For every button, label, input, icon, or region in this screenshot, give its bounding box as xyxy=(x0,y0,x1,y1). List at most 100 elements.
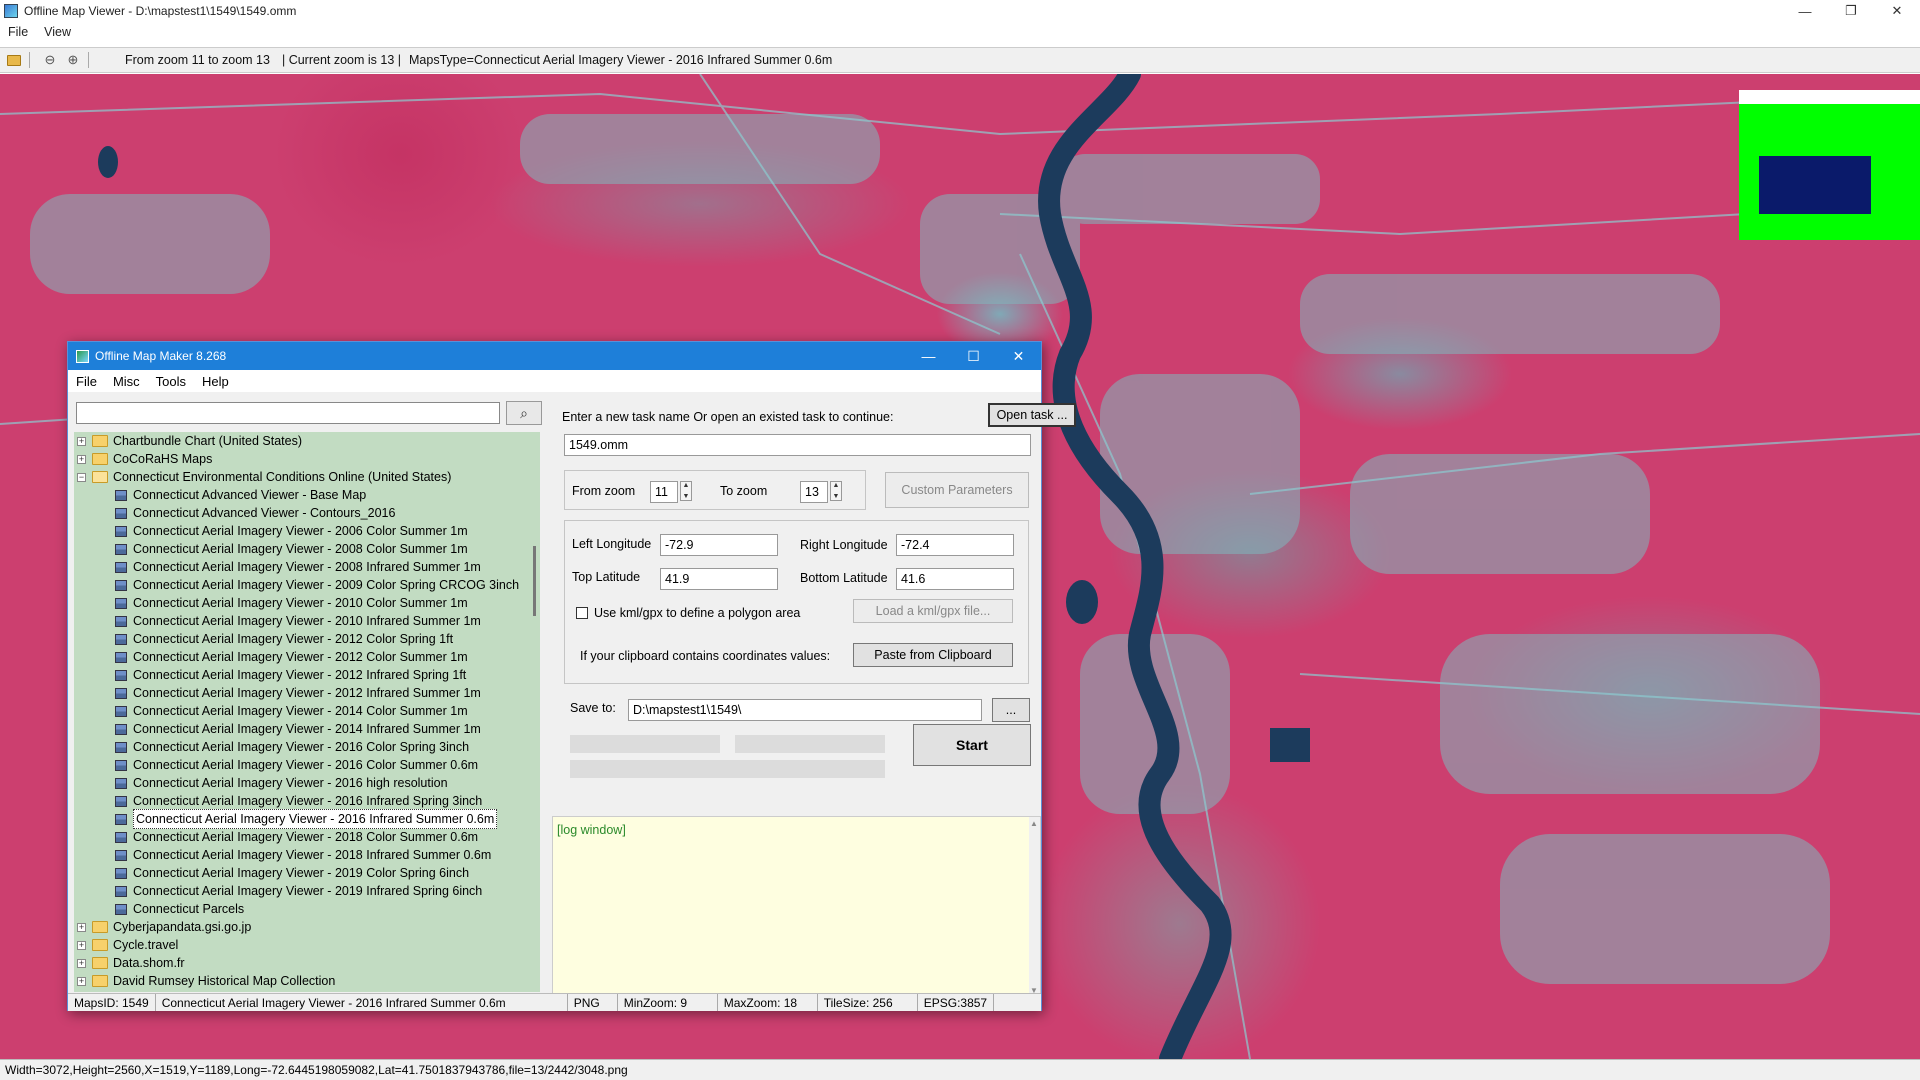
tree-item-label: Connecticut Aerial Imagery Viewer - 2012… xyxy=(133,632,454,646)
overview-viewport[interactable] xyxy=(1759,156,1871,214)
tree-item[interactable]: Connecticut Aerial Imagery Viewer - 2012… xyxy=(74,666,540,684)
tree-item[interactable]: Connecticut Aerial Imagery Viewer - 2006… xyxy=(74,522,540,540)
tree-item[interactable]: Connecticut Aerial Imagery Viewer - 2008… xyxy=(74,558,540,576)
tree-item[interactable]: Connecticut Aerial Imagery Viewer - 2010… xyxy=(74,612,540,630)
expand-icon[interactable]: + xyxy=(77,940,86,950)
tree-item[interactable]: Connecticut Aerial Imagery Viewer - 2009… xyxy=(74,576,540,594)
tree-item[interactable]: Connecticut Aerial Imagery Viewer - 2018… xyxy=(74,846,540,864)
zoom-range-text: From zoom 11 to zoom 13 xyxy=(125,53,270,67)
tree-scrollbar[interactable] xyxy=(530,432,540,992)
dialog-menu-misc[interactable]: Misc xyxy=(105,374,148,389)
custom-parameters-button[interactable]: Custom Parameters xyxy=(885,472,1029,508)
log-window[interactable]: [log window] ▲ ▼ xyxy=(552,816,1041,998)
map-layer-icon xyxy=(115,507,127,519)
tree-item[interactable]: Connecticut Aerial Imagery Viewer - 2019… xyxy=(74,882,540,900)
tree-item[interactable]: Connecticut Aerial Imagery Viewer - 2008… xyxy=(74,540,540,558)
tree-item[interactable]: Connecticut Aerial Imagery Viewer - 2014… xyxy=(74,702,540,720)
tree-item-label: CoCoRaHS Maps xyxy=(113,452,213,466)
map-layer-icon xyxy=(115,561,127,573)
bottom-latitude-input[interactable]: 41.6 xyxy=(896,568,1014,590)
restore-button[interactable]: ❐ xyxy=(1828,0,1874,22)
tree-item-label: Connecticut Aerial Imagery Viewer - 2009… xyxy=(133,578,520,592)
collapse-icon[interactable]: − xyxy=(77,472,86,482)
to-zoom-stepper[interactable]: ▲ ▼ xyxy=(830,481,842,501)
map-search-input[interactable] xyxy=(76,402,500,424)
minimize-button[interactable]: — xyxy=(1782,0,1828,22)
save-path-input[interactable]: D:\mapstest1\1549\ xyxy=(628,699,982,721)
tree-item[interactable]: Connecticut Aerial Imagery Viewer - 2018… xyxy=(74,828,540,846)
dialog-title-bar[interactable]: Offline Map Maker 8.268 — ☐ ✕ xyxy=(68,342,1041,370)
dialog-menu-file[interactable]: File xyxy=(68,374,105,389)
close-button[interactable]: ✕ xyxy=(1874,0,1920,22)
tree-item[interactable]: Connecticut Aerial Imagery Viewer - 2016… xyxy=(74,792,540,810)
search-button[interactable]: ⌕ xyxy=(506,401,542,425)
folder-icon xyxy=(92,435,108,447)
tree-folder[interactable]: + Cyberjapandata.gsi.go.jp xyxy=(74,918,540,936)
status-epsg: EPSG:3857 xyxy=(918,994,995,1011)
expand-icon[interactable]: + xyxy=(77,976,86,986)
tree-item[interactable]: Connecticut Aerial Imagery Viewer - 2012… xyxy=(74,648,540,666)
open-folder-icon[interactable] xyxy=(5,51,23,69)
overview-map[interactable] xyxy=(1739,90,1920,240)
tree-item[interactable]: Connecticut Aerial Imagery Viewer - 2012… xyxy=(74,630,540,648)
browse-button[interactable]: ... xyxy=(992,698,1030,722)
tree-item[interactable]: Connecticut Aerial Imagery Viewer - 2016… xyxy=(74,738,540,756)
tree-folder[interactable]: + David Rumsey Historical Map Collection xyxy=(74,972,540,990)
tree-item-label: Connecticut Aerial Imagery Viewer - 2012… xyxy=(133,650,468,664)
dialog-maximize-button[interactable]: ☐ xyxy=(951,342,996,370)
map-source-tree[interactable]: + Chartbundle Chart (United States) + CoCoR… xyxy=(74,432,540,992)
menu-file[interactable]: File xyxy=(0,25,36,39)
kml-polygon-checkbox[interactable] xyxy=(576,607,588,619)
dialog-minimize-button[interactable]: — xyxy=(906,342,951,370)
tree-item-label: Connecticut Aerial Imagery Viewer - 2016… xyxy=(133,794,483,808)
open-task-button[interactable]: Open task ... xyxy=(988,403,1076,427)
tree-scrollbar-thumb[interactable] xyxy=(533,546,536,616)
from-zoom-stepper[interactable]: ▲ ▼ xyxy=(680,481,692,501)
tree-item[interactable]: Connecticut Aerial Imagery Viewer - 2014… xyxy=(74,720,540,738)
tree-item[interactable]: Connecticut Parcels xyxy=(74,900,540,918)
paste-clipboard-button[interactable]: Paste from Clipboard xyxy=(853,643,1013,667)
expand-icon[interactable]: + xyxy=(77,436,86,446)
tree-item[interactable]: Connecticut Advanced Viewer - Contours_2… xyxy=(74,504,540,522)
map-layer-icon xyxy=(115,615,127,627)
tree-folder[interactable]: + CoCoRaHS Maps xyxy=(74,450,540,468)
task-name-input[interactable]: 1549.omm xyxy=(564,434,1031,456)
start-button[interactable]: Start xyxy=(913,724,1031,766)
tree-folder[interactable]: + Data.shom.fr xyxy=(74,954,540,972)
status-bar: Width=3072,Height=2560,X=1519,Y=1189,Lon… xyxy=(0,1059,1920,1080)
status-max-zoom: MaxZoom: 18 xyxy=(718,994,818,1011)
tree-item[interactable]: Connecticut Aerial Imagery Viewer - 2012… xyxy=(74,684,540,702)
expand-icon[interactable]: + xyxy=(77,958,86,968)
tree-item[interactable]: Connecticut Aerial Imagery Viewer - 2016… xyxy=(74,809,540,829)
zoom-in-icon[interactable]: ⊕ xyxy=(64,51,82,69)
load-kml-button[interactable]: Load a kml/gpx file... xyxy=(853,599,1013,623)
right-longitude-input[interactable]: -72.4 xyxy=(896,534,1014,556)
scroll-up-icon[interactable]: ▲ xyxy=(1030,819,1038,828)
tree-item[interactable]: Connecticut Aerial Imagery Viewer - 2016… xyxy=(74,756,540,774)
dialog-close-button[interactable]: ✕ xyxy=(996,342,1041,370)
status-map-name: Connecticut Aerial Imagery Viewer - 2016… xyxy=(156,994,568,1011)
expand-icon[interactable]: + xyxy=(77,922,86,932)
map-layer-icon xyxy=(115,867,127,879)
log-scrollbar[interactable]: ▲ ▼ xyxy=(1029,817,1040,997)
tree-item[interactable]: Connecticut Aerial Imagery Viewer - 2019… xyxy=(74,864,540,882)
left-longitude-input[interactable]: -72.9 xyxy=(660,534,778,556)
top-latitude-label: Top Latitude xyxy=(572,570,641,584)
expand-icon[interactable]: + xyxy=(77,454,86,464)
tree-item[interactable]: Connecticut Aerial Imagery Viewer - 2016… xyxy=(74,774,540,792)
folder-icon xyxy=(92,453,108,465)
tree-folder[interactable]: + Cycle.travel xyxy=(74,936,540,954)
to-zoom-input[interactable]: 13 xyxy=(800,481,828,503)
clipboard-label: If your clipboard contains coordinates v… xyxy=(580,649,831,663)
tree-folder[interactable]: − Connecticut Environmental Conditions On… xyxy=(74,468,540,486)
dialog-menu-help[interactable]: Help xyxy=(194,374,237,389)
tree-item[interactable]: Connecticut Aerial Imagery Viewer - 2010… xyxy=(74,594,540,612)
top-latitude-input[interactable]: 41.9 xyxy=(660,568,778,590)
menu-view[interactable]: View xyxy=(36,25,79,39)
zoom-out-icon[interactable]: ⊖ xyxy=(41,51,59,69)
tree-folder[interactable]: + Chartbundle Chart (United States) xyxy=(74,432,540,450)
tree-item[interactable]: Connecticut Advanced Viewer - Base Map xyxy=(74,486,540,504)
folder-icon xyxy=(92,921,108,933)
from-zoom-input[interactable]: 11 xyxy=(650,481,678,503)
dialog-menu-tools[interactable]: Tools xyxy=(148,374,194,389)
